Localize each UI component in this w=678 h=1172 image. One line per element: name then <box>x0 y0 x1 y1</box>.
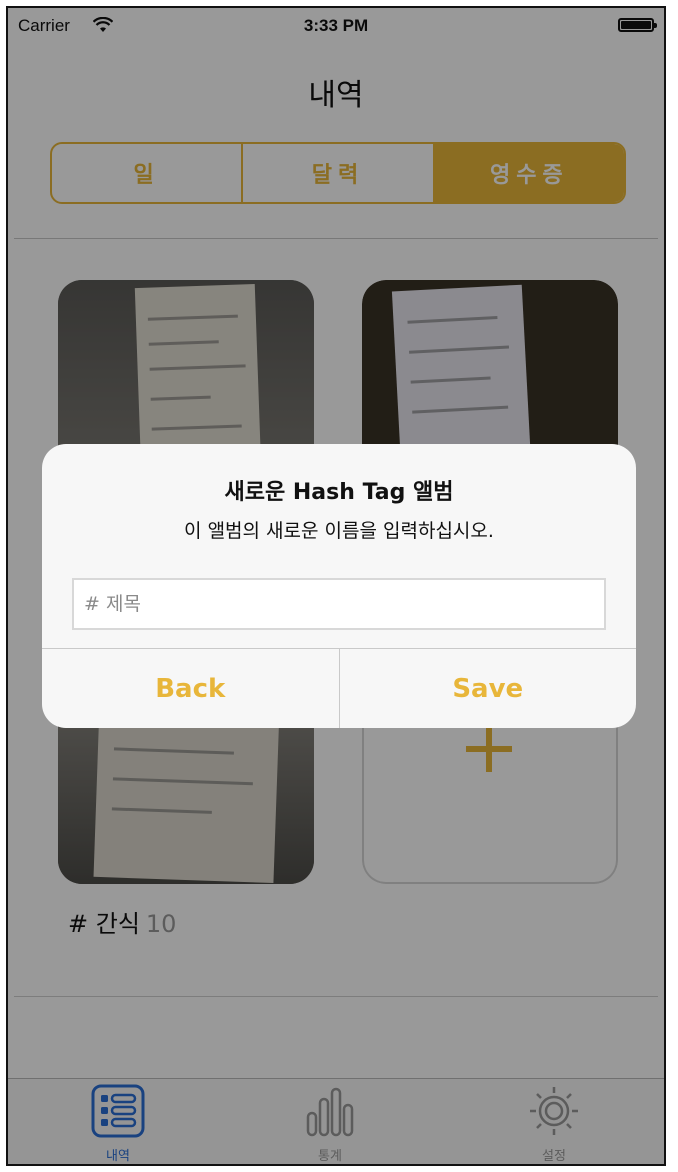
alert-title: 새로운 Hash Tag 앨범 <box>224 480 454 505</box>
alert-message: 이 앨범의 새로운 이름을 입력하십시오. <box>184 520 494 542</box>
new-album-alert: 새로운 Hash Tag 앨범 이 앨범의 새로운 이름을 입력하십시오. Ba… <box>42 444 636 728</box>
screen: Carrier 3:33 PM 내역 일 달력 영수증 # 간식 10 내역 통… <box>6 6 666 1166</box>
save-button[interactable]: Save <box>338 649 637 728</box>
alert-buttons: Back Save <box>42 648 636 728</box>
back-button[interactable]: Back <box>42 649 339 728</box>
album-name-input[interactable] <box>72 578 606 630</box>
